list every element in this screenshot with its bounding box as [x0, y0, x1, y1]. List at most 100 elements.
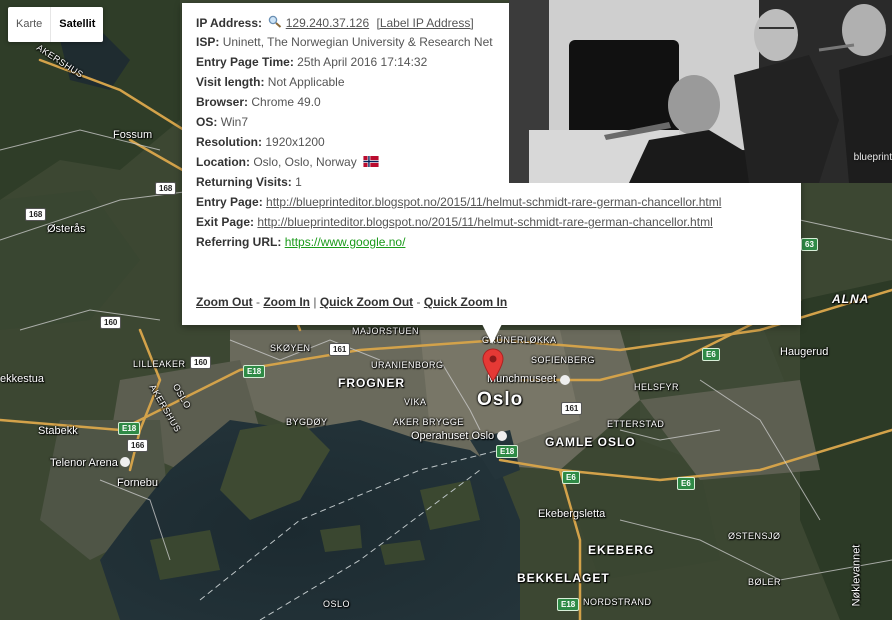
visit-length-value: Not Applicable: [267, 75, 345, 89]
os-row: OS: Win7: [196, 115, 248, 129]
route-shield-160: 160: [100, 316, 122, 329]
visit-length-row: Visit length: Not Applicable: [196, 75, 345, 89]
entry-time-label: Entry Page Time:: [196, 55, 294, 69]
quick-zoom-in-link[interactable]: Quick Zoom In: [424, 295, 507, 309]
label-etterstad: ETTERSTAD: [607, 419, 665, 429]
label-alna: ALNA: [832, 292, 870, 306]
entry-page-link[interactable]: http://blueprinteditor.blogspot.no/2015/…: [266, 195, 721, 209]
route-shield-161: 161: [329, 343, 351, 356]
route-shield-161: 161: [561, 402, 583, 415]
map-type-satellite-button[interactable]: Satellit: [50, 7, 103, 42]
route-shield-168: 168: [155, 182, 177, 195]
magnifier-icon[interactable]: [268, 15, 282, 28]
exit-page-row: Exit Page: http://blueprinteditor.blogsp…: [196, 215, 713, 229]
location-label: Location:: [196, 155, 250, 169]
label-majorstuen: MAJORSTUEN: [352, 326, 420, 336]
route-shield-e6: E6: [702, 348, 720, 361]
label-aker-brygge: AKER BRYGGE: [393, 417, 464, 427]
route-shield-e18: E18: [557, 598, 580, 611]
zoom-links: Zoom Out - Zoom In | Quick Zoom Out - Qu…: [196, 295, 507, 309]
info-window-pointer: [482, 324, 502, 344]
returning-visits-label: Returning Visits:: [196, 175, 292, 189]
referring-url-row: Referring URL: https://www.google.no/: [196, 235, 405, 249]
returning-visits-row: Returning Visits: 1: [196, 175, 302, 189]
stadium-icon: [120, 457, 130, 467]
browser-value: Chrome 49.0: [251, 95, 321, 109]
browser-row: Browser: Chrome 49.0: [196, 95, 321, 109]
label-sofienberg: SOFIENBERG: [531, 355, 596, 365]
location-value: Oslo, Oslo, Norway: [253, 155, 357, 169]
label-vika: VIKA: [404, 397, 427, 407]
label-lilleaker: LILLEAKER: [133, 359, 186, 369]
norway-flag-icon: [363, 156, 379, 167]
browser-label: Browser:: [196, 95, 249, 109]
label-oslo: Oslo: [477, 389, 524, 410]
route-shield-e6: E6: [677, 477, 695, 490]
entry-page-label: Entry Page:: [196, 195, 263, 209]
label-nordstrand: NORDSTRAND: [583, 597, 652, 607]
ip-address-link[interactable]: 129.240.37.126: [286, 16, 369, 30]
label-helsfyr: HELSFYR: [634, 382, 680, 392]
resolution-row: Resolution: 1920x1200: [196, 135, 325, 149]
isp-label: ISP:: [196, 35, 220, 49]
label-noklevannet: Nøklevannet: [850, 544, 863, 607]
label-fornebu: Fornebu: [117, 477, 158, 489]
location-pin-icon[interactable]: [482, 348, 504, 382]
label-stabekk: Stabekk: [38, 425, 78, 437]
label-boler: BØLER: [748, 577, 782, 587]
entry-page-row: Entry Page: http://blueprinteditor.blogs…: [196, 195, 721, 209]
label-frogner: FROGNER: [338, 376, 405, 390]
label-haugerud: Haugerud: [780, 346, 829, 358]
resolution-value: 1920x1200: [265, 135, 325, 149]
entry-time-value: 25th April 2016 17:14:32: [297, 55, 428, 69]
museum-icon: [560, 375, 570, 385]
resolution-label: Resolution:: [196, 135, 262, 149]
exit-page-label: Exit Page:: [196, 215, 255, 229]
route-shield-166: 166: [127, 439, 149, 452]
label-uranienborg: URANIENBORG: [371, 360, 444, 370]
label-gamle-oslo: GAMLE OSLO: [545, 435, 636, 449]
label-ip-address-link[interactable]: [Label IP Address]: [376, 16, 473, 30]
opera-icon: [497, 431, 507, 441]
entry-time-row: Entry Page Time: 25th April 2016 17:14:3…: [196, 55, 427, 69]
label-ekeberg: EKEBERG: [588, 543, 655, 557]
label-bygdoy: BYGDØY: [286, 417, 328, 427]
isp-value: Uninett, The Norwegian University & Rese…: [222, 35, 493, 49]
route-shield-e18: E18: [118, 422, 141, 435]
route-shield-e18: E18: [496, 445, 519, 458]
os-label: OS:: [196, 115, 218, 129]
label-skoyen: SKØYEN: [270, 343, 311, 353]
label-ekebergsletta: Ekebergsletta: [538, 508, 606, 520]
label-bekkestua: ekkestua: [0, 373, 45, 385]
route-shield-e18: E18: [243, 365, 266, 378]
visit-length-label: Visit length:: [196, 75, 265, 89]
route-shield-160: 160: [190, 356, 212, 369]
referring-url-label: Referring URL:: [196, 235, 282, 249]
label-operahuset: Operahuset Oslo: [411, 430, 495, 442]
route-shield-e6: E6: [562, 471, 580, 484]
zoom-in-link[interactable]: Zoom In: [263, 295, 310, 309]
map-type-karte-button[interactable]: Karte: [8, 7, 50, 42]
label-ostensjo: ØSTENSJØ: [728, 531, 781, 541]
returning-visits-value: 1: [295, 175, 302, 189]
label-telenor-arena: Telenor Arena: [50, 457, 118, 469]
map-type-control: Karte Satellit: [8, 7, 104, 42]
label-fossum: Fossum: [113, 129, 153, 141]
referring-url-link[interactable]: https://www.google.no/: [285, 235, 406, 249]
photo-caption: blueprint: [853, 152, 892, 163]
photo-image: [509, 0, 892, 183]
label-osteras: Østerås: [47, 223, 86, 235]
label-oslo-south: OSLO: [323, 599, 351, 609]
quick-zoom-out-link[interactable]: Quick Zoom Out: [320, 295, 413, 309]
route-shield-63: 63: [801, 238, 818, 251]
visitor-page-photo: blueprint: [509, 0, 892, 183]
ip-address-row: IP Address: 129.240.37.126 [Label IP Add…: [196, 15, 474, 30]
location-row: Location: Oslo, Oslo, Norway: [196, 155, 379, 169]
os-value: Win7: [220, 115, 249, 129]
separator-dash: -: [416, 295, 421, 309]
exit-page-link[interactable]: http://blueprinteditor.blogspot.no/2015/…: [257, 215, 712, 229]
separator-dash: -: [256, 295, 260, 309]
label-bekkelaget: BEKKELAGET: [517, 571, 610, 585]
route-shield-168: 168: [25, 208, 47, 221]
zoom-out-link[interactable]: Zoom Out: [196, 295, 253, 309]
